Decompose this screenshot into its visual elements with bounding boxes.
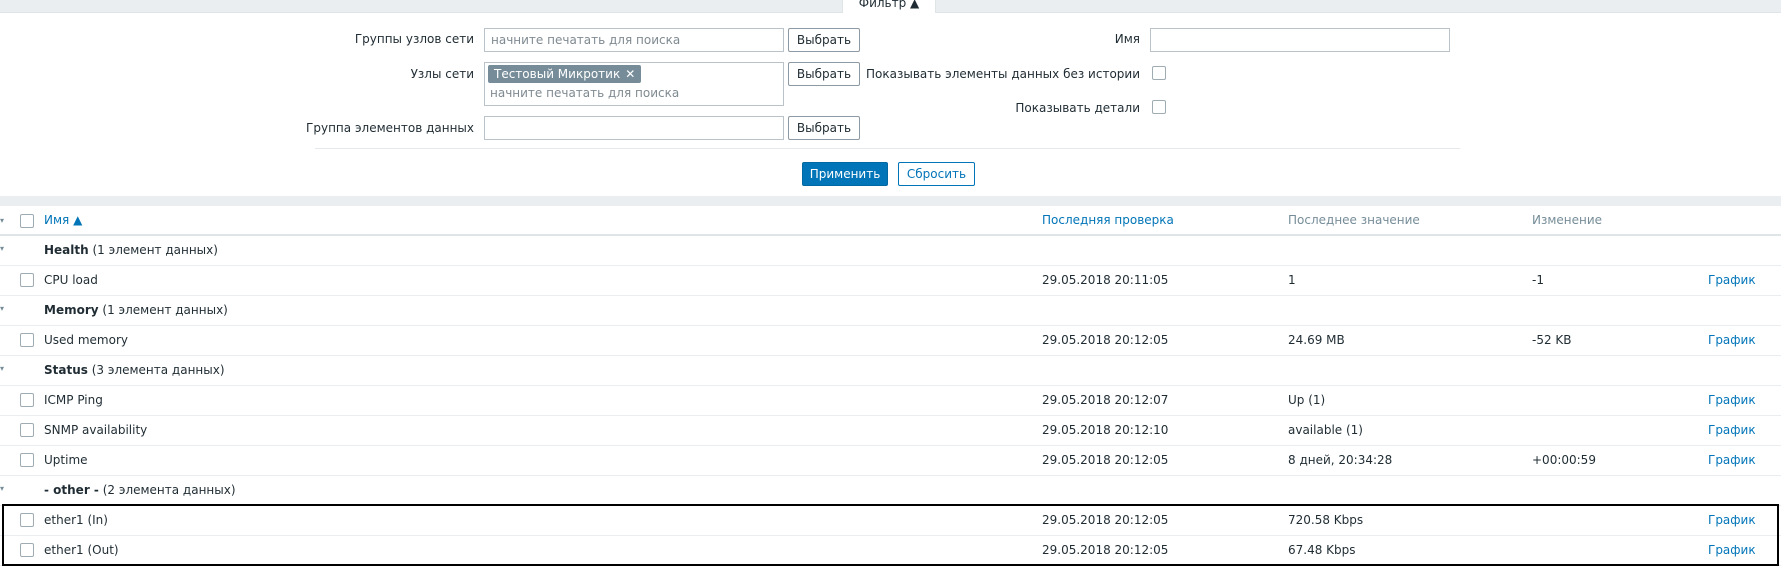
item-name: Used memory: [44, 333, 128, 347]
table-header-row: ▾ Имя ▲ Последняя проверка Последнее зна…: [0, 206, 1781, 236]
row-checkbox[interactable]: [20, 393, 34, 407]
host-groups-input[interactable]: начните печатать для поиска: [484, 28, 784, 52]
row-checkbox[interactable]: [20, 453, 34, 467]
group-expand-icon[interactable]: ▾: [0, 364, 4, 373]
name-input[interactable]: [1150, 28, 1450, 52]
host-groups-select-button[interactable]: Выбрать: [788, 28, 860, 52]
graph-link[interactable]: График: [1708, 326, 1756, 355]
group-row[interactable]: ▾ Health (1 элемент данных): [0, 236, 1781, 266]
item-last-value: 67.48 Kbps: [1288, 543, 1356, 557]
show-without-history-label: Показывать элементы данных без истории: [866, 67, 1140, 81]
reset-button[interactable]: Сбросить: [898, 162, 975, 186]
group-expand-icon[interactable]: ▾: [0, 484, 4, 493]
show-details-checkbox[interactable]: [1152, 100, 1166, 114]
select-all-checkbox[interactable]: [20, 214, 34, 228]
group-label: - other - (2 элемента данных): [44, 483, 236, 497]
table-row: CPU load 29.05.2018 20:11:05 1 -1 График: [0, 266, 1781, 296]
show-without-history-checkbox[interactable]: [1152, 66, 1166, 80]
item-name: CPU load: [44, 273, 98, 287]
header-last-check[interactable]: Последняя проверка: [1042, 206, 1174, 235]
remove-tag-icon[interactable]: ✕: [625, 67, 635, 81]
table-row: Uptime 29.05.2018 20:12:05 8 дней, 20:34…: [0, 446, 1781, 476]
item-last-check: 29.05.2018 20:12:05: [1042, 453, 1169, 467]
row-checkbox[interactable]: [20, 513, 34, 527]
filter-tab[interactable]: Фильтр ▲: [842, 0, 936, 14]
item-last-check: 29.05.2018 20:12:05: [1042, 513, 1169, 527]
item-name: ether1 (Out): [44, 543, 119, 557]
item-last-value: 8 дней, 20:34:28: [1288, 453, 1393, 467]
group-expand-icon[interactable]: ▾: [0, 244, 4, 253]
apply-button[interactable]: Применить: [802, 162, 888, 186]
graph-link[interactable]: График: [1708, 416, 1756, 445]
item-group-label: Группа элементов данных: [306, 121, 474, 135]
table-row: Used memory 29.05.2018 20:12:05 24.69 MB…: [0, 326, 1781, 356]
header-change: Изменение: [1532, 213, 1603, 227]
filter-divider: [315, 148, 1460, 149]
item-last-check: 29.05.2018 20:12:10: [1042, 423, 1169, 437]
name-label: Имя: [1114, 32, 1140, 46]
group-row[interactable]: ▾ Memory (1 элемент данных): [0, 296, 1781, 326]
item-last-check: 29.05.2018 20:12:07: [1042, 393, 1169, 407]
item-last-value: 1: [1288, 273, 1296, 287]
graph-link[interactable]: График: [1708, 536, 1756, 565]
item-last-check: 29.05.2018 20:12:05: [1042, 543, 1169, 557]
item-name: Uptime: [44, 453, 88, 467]
item-name: ICMP Ping: [44, 393, 103, 407]
group-row[interactable]: ▾ - other - (2 элемента данных): [0, 476, 1781, 506]
table-row: ether1 (In) 29.05.2018 20:12:05 720.58 K…: [0, 506, 1781, 536]
item-last-value: Up (1): [1288, 393, 1326, 407]
item-name: ether1 (In): [44, 513, 108, 527]
item-group-select-button[interactable]: Выбрать: [788, 116, 860, 140]
section-gap: [0, 196, 1781, 206]
item-change: -52 KB: [1532, 333, 1572, 347]
group-row[interactable]: ▾ Status (3 элемента данных): [0, 356, 1781, 386]
graph-link[interactable]: График: [1708, 446, 1756, 475]
hosts-label: Узлы сети: [410, 67, 474, 81]
graph-link[interactable]: График: [1708, 386, 1756, 415]
graph-link[interactable]: График: [1708, 266, 1756, 295]
group-label: Memory (1 элемент данных): [44, 303, 228, 317]
header-last-value: Последнее значение: [1288, 213, 1420, 227]
selected-host-tag-label: Тестовый Микротик: [494, 67, 621, 81]
item-change: +00:00:59: [1532, 453, 1596, 467]
item-last-check: 29.05.2018 20:11:05: [1042, 273, 1169, 287]
group-expand-icon[interactable]: ▾: [0, 304, 4, 313]
item-last-value: 24.69 MB: [1288, 333, 1345, 347]
group-label: Status (3 элемента данных): [44, 363, 225, 377]
row-checkbox[interactable]: [20, 423, 34, 437]
collapse-all-icon[interactable]: ▾: [0, 216, 4, 225]
row-checkbox[interactable]: [20, 273, 34, 287]
table-row: ether1 (Out) 29.05.2018 20:12:05 67.48 K…: [0, 536, 1781, 566]
hosts-search-input[interactable]: начните печатать для поиска: [490, 86, 679, 100]
hosts-select-button[interactable]: Выбрать: [788, 62, 860, 86]
selected-host-tag: Тестовый Микротик ✕: [488, 65, 642, 83]
item-last-check: 29.05.2018 20:12:05: [1042, 333, 1169, 347]
item-last-value: available (1): [1288, 423, 1363, 437]
group-label: Health (1 элемент данных): [44, 243, 218, 257]
table-row: ICMP Ping 29.05.2018 20:12:07 Up (1) Гра…: [0, 386, 1781, 416]
item-group-input[interactable]: [484, 116, 784, 140]
show-details-label: Показывать детали: [1015, 101, 1140, 115]
host-groups-label: Группы узлов сети: [354, 32, 474, 46]
graph-link[interactable]: График: [1708, 506, 1756, 535]
header-name[interactable]: Имя ▲: [44, 206, 82, 235]
row-checkbox[interactable]: [20, 333, 34, 347]
row-checkbox[interactable]: [20, 543, 34, 557]
item-name: SNMP availability: [44, 423, 148, 437]
table-row: SNMP availability 29.05.2018 20:12:10 av…: [0, 416, 1781, 446]
item-last-value: 720.58 Kbps: [1288, 513, 1364, 527]
item-change: -1: [1532, 273, 1544, 287]
